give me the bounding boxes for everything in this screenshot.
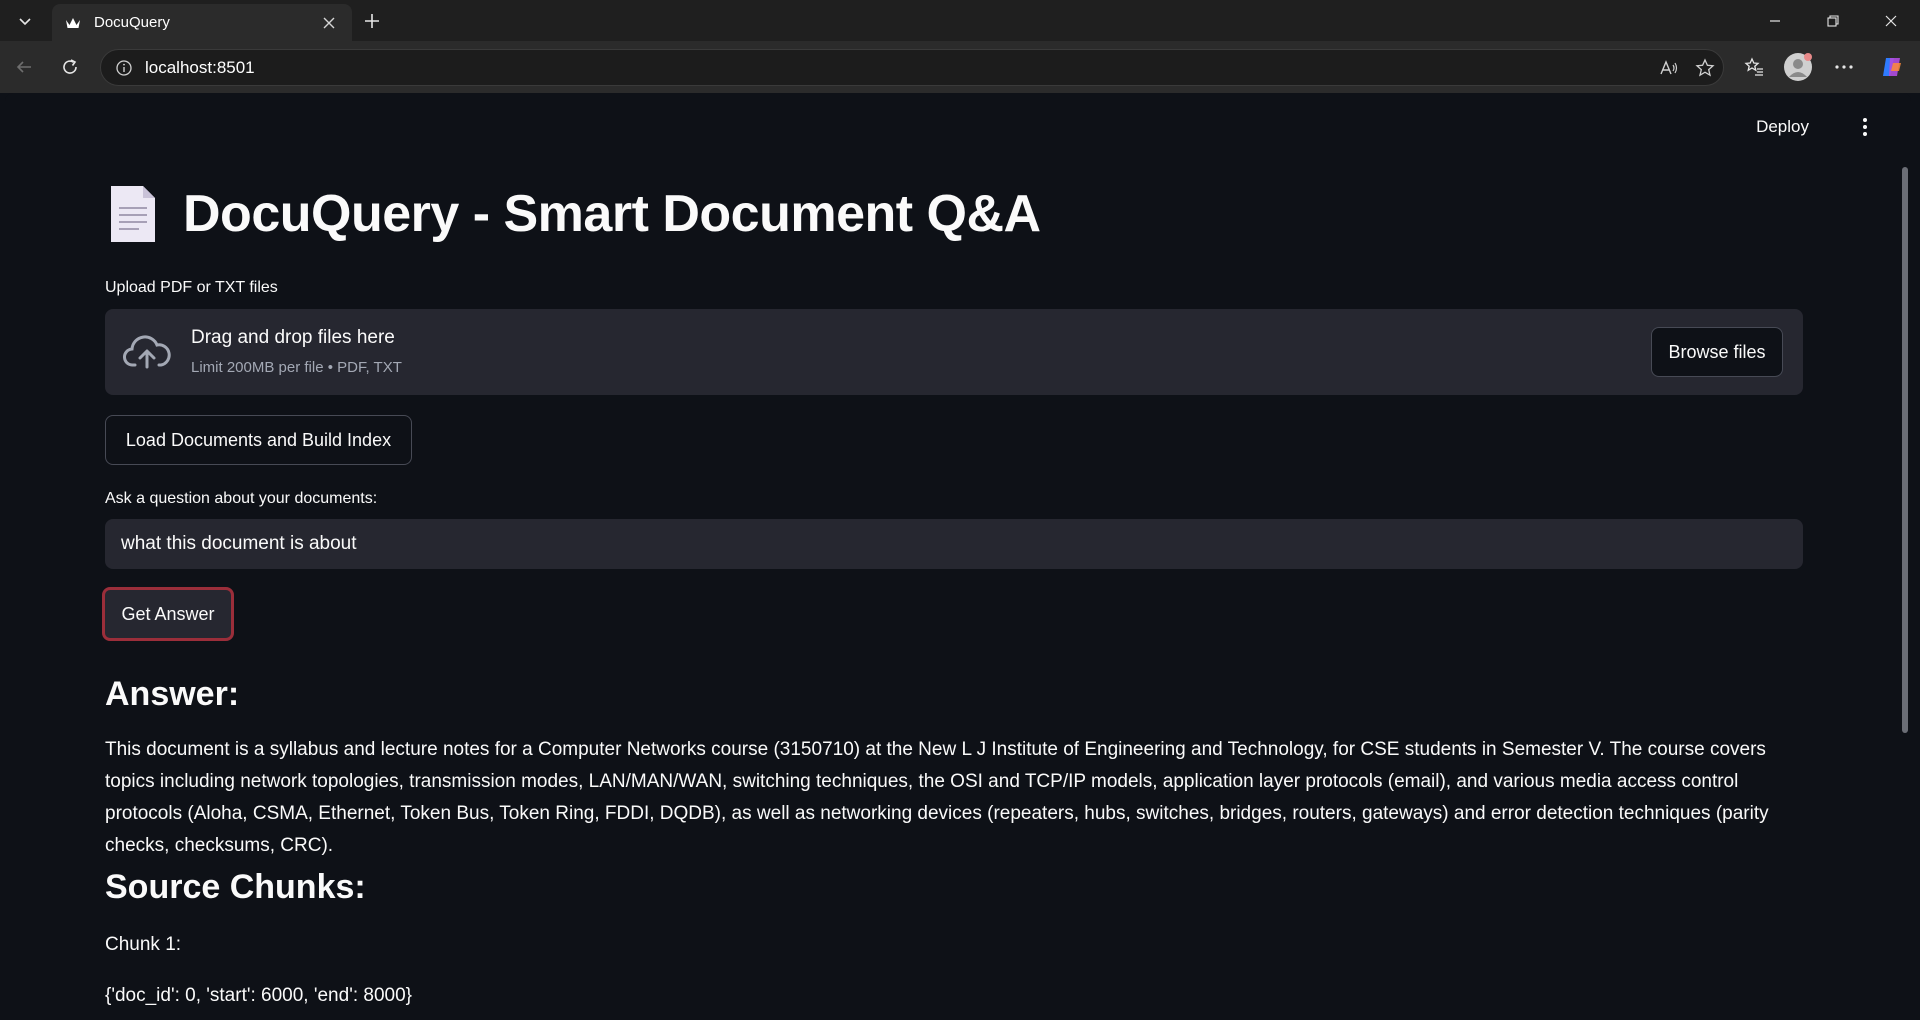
more-vertical-icon bbox=[1863, 118, 1867, 136]
file-dropzone[interactable]: Drag and drop files here Limit 200MB per… bbox=[105, 309, 1803, 395]
url-text[interactable]: localhost:8501 bbox=[145, 58, 1651, 78]
browse-files-button[interactable]: Browse files bbox=[1651, 327, 1783, 377]
get-answer-button[interactable]: Get Answer bbox=[102, 587, 234, 641]
main-menu-button[interactable] bbox=[1853, 113, 1877, 141]
browser-tab-docuquery[interactable]: DocuQuery bbox=[52, 4, 352, 41]
tab-list-button[interactable] bbox=[8, 7, 42, 35]
reload-icon bbox=[63, 59, 77, 74]
close-window-button[interactable] bbox=[1862, 0, 1920, 41]
address-bar[interactable]: localhost:8501 bbox=[100, 49, 1724, 86]
browser-toolbar: localhost:8501 bbox=[0, 41, 1920, 93]
more-horizontal-icon bbox=[1835, 65, 1853, 69]
question-input[interactable]: what this document is about bbox=[105, 519, 1803, 569]
dropzone-limit-text: Limit 200MB per file • PDF, TXT bbox=[191, 359, 402, 376]
reload-button[interactable] bbox=[54, 51, 86, 83]
back-button[interactable] bbox=[8, 51, 40, 83]
close-tab-icon[interactable] bbox=[316, 10, 342, 36]
new-tab-button[interactable] bbox=[356, 6, 388, 36]
minimize-icon bbox=[1770, 19, 1780, 22]
read-aloud-icon[interactable] bbox=[1651, 53, 1687, 83]
dropzone-instructions: Drag and drop files here bbox=[191, 327, 395, 348]
favorite-star-icon[interactable] bbox=[1687, 53, 1723, 83]
copilot-icon bbox=[1883, 58, 1901, 76]
app-viewport: Deploy DocuQuery - Smart Document Q&A Up… bbox=[5, 93, 1911, 1015]
profile-button[interactable] bbox=[1782, 51, 1814, 83]
favorites-list-icon bbox=[1744, 57, 1763, 76]
source-chunks-heading: Source Chunks: bbox=[105, 868, 366, 906]
site-info-icon[interactable] bbox=[115, 59, 133, 77]
plus-icon bbox=[365, 14, 379, 28]
copilot-button[interactable] bbox=[1876, 51, 1908, 83]
settings-more-button[interactable] bbox=[1828, 51, 1860, 83]
favorites-button[interactable] bbox=[1738, 51, 1770, 83]
deploy-button[interactable]: Deploy bbox=[1756, 117, 1809, 137]
upload-label: Upload PDF or TXT files bbox=[105, 279, 278, 296]
chevron-down-icon bbox=[19, 18, 31, 26]
answer-text: This document is a syllabus and lecture … bbox=[105, 739, 1769, 856]
page-document-icon bbox=[111, 186, 155, 242]
title-row: DocuQuery - Smart Document Q&A bbox=[105, 179, 1041, 249]
close-icon bbox=[1885, 15, 1897, 26]
restore-icon bbox=[1827, 14, 1839, 27]
page-title: DocuQuery - Smart Document Q&A bbox=[183, 185, 1041, 243]
chunk-metadata: {'doc_id': 0, 'start': 6000, 'end': 8000… bbox=[105, 985, 412, 1006]
scrollbar-thumb[interactable] bbox=[1902, 167, 1908, 733]
cloud-upload-icon bbox=[123, 335, 171, 369]
back-arrow-icon bbox=[16, 61, 31, 73]
load-documents-button[interactable]: Load Documents and Build Index bbox=[105, 415, 412, 465]
app-header: Deploy bbox=[1611, 93, 1911, 151]
restore-button[interactable] bbox=[1804, 0, 1862, 41]
tab-title: DocuQuery bbox=[94, 14, 170, 31]
minimize-button[interactable] bbox=[1746, 0, 1804, 41]
streamlit-crown-icon bbox=[64, 14, 82, 32]
browser-tabstrip: DocuQuery bbox=[0, 0, 1920, 41]
avatar-icon bbox=[1784, 53, 1812, 81]
question-label: Ask a question about your documents: bbox=[105, 490, 378, 507]
answer-heading: Answer: bbox=[105, 675, 240, 713]
chunk-label: Chunk 1: bbox=[105, 934, 182, 955]
